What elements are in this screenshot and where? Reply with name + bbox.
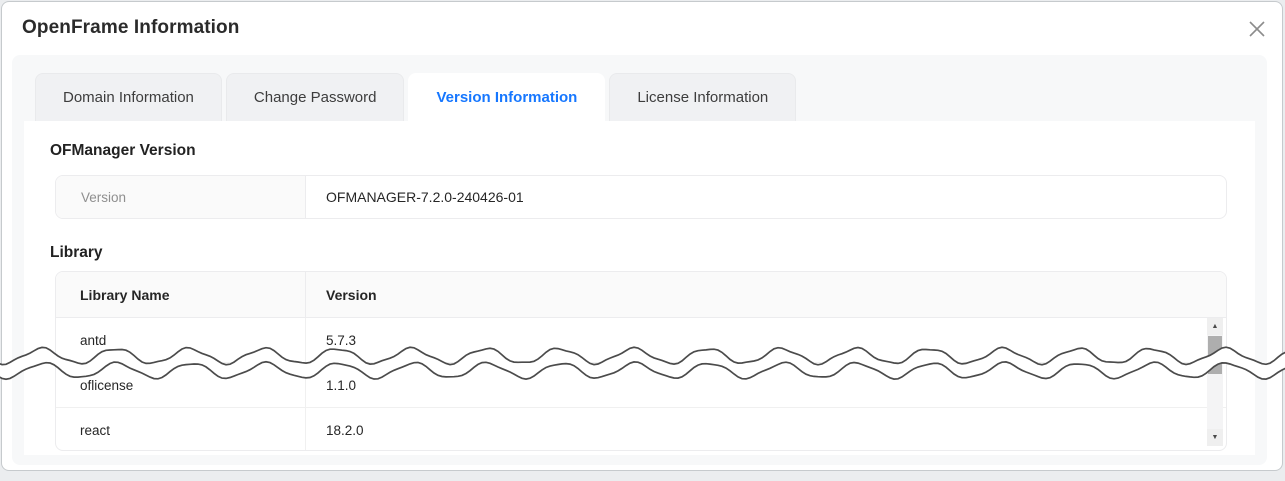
tab-version-information[interactable]: Version Information (408, 73, 605, 121)
close-button[interactable] (1244, 16, 1270, 42)
scroll-up-icon[interactable]: ▲ (1207, 318, 1223, 335)
tab-license-information[interactable]: License Information (609, 73, 796, 121)
library-table: Library NameVersionantd5.7.3oflicense1.1… (55, 271, 1227, 451)
scrollbar-thumb[interactable] (1208, 336, 1222, 374)
close-icon (1248, 20, 1266, 38)
library-version-cell: 5.7.3 (306, 318, 1226, 362)
library-name-cell: react (56, 408, 306, 451)
tab-bar: Domain InformationChange PasswordVersion… (12, 73, 1267, 121)
library-table-header: Library NameVersion (56, 272, 1226, 318)
version-information-panel: OFManager Version Version OFMANAGER-7.2.… (24, 121, 1255, 455)
column-header-library-name: Library Name (56, 272, 306, 317)
library-version-cell: 1.1.0 (306, 363, 1226, 407)
ofmanager-version-heading: OFManager Version (50, 143, 1229, 159)
table-row: react18.2.0 (56, 408, 1226, 451)
scroll-down-icon[interactable]: ▼ (1207, 429, 1223, 446)
column-header-version: Version (306, 272, 1226, 317)
library-version-cell: 18.2.0 (306, 408, 1226, 451)
library-table-scrollbar[interactable]: ▲ ▼ (1207, 318, 1223, 446)
library-name-cell: antd (56, 318, 306, 362)
page-title: OpenFrame Information (22, 17, 239, 39)
tab-domain-information[interactable]: Domain Information (35, 73, 222, 121)
tab-change-password[interactable]: Change Password (226, 73, 405, 121)
library-name-cell: oflicense (56, 363, 306, 407)
version-value: OFMANAGER-7.2.0-240426-01 (306, 176, 1226, 218)
table-row: antd5.7.3 (56, 318, 1226, 363)
table-row: oflicense1.1.0 (56, 363, 1226, 408)
tab-container: Domain InformationChange PasswordVersion… (12, 55, 1267, 465)
library-heading: Library (50, 245, 1229, 261)
version-label: Version (56, 176, 306, 218)
ofmanager-version-row: Version OFMANAGER-7.2.0-240426-01 (55, 175, 1227, 219)
openframe-information-dialog: OpenFrame Information Domain Information… (1, 1, 1283, 471)
